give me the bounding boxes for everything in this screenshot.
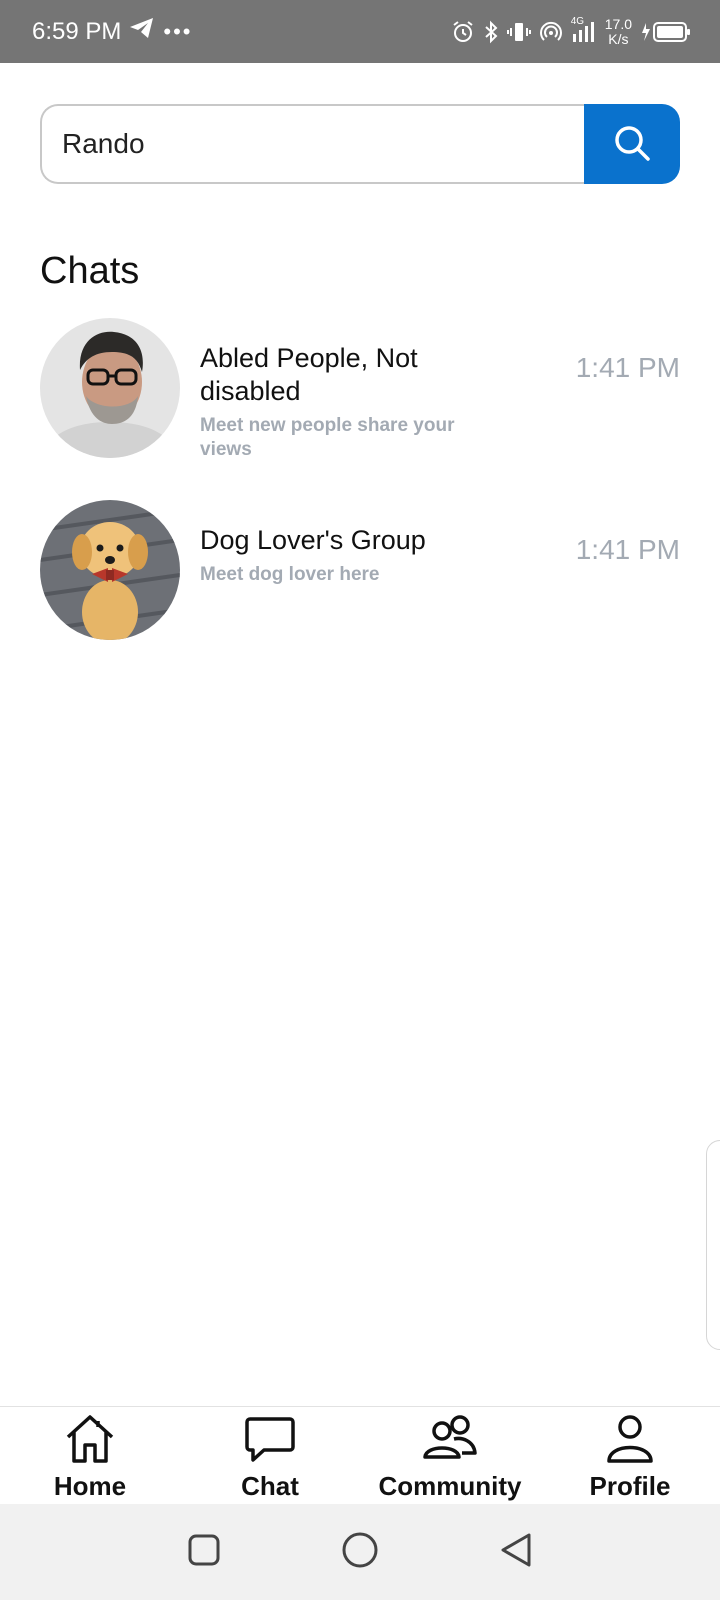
bluetooth-icon: [483, 20, 499, 44]
chat-description: Meet dog lover here: [200, 564, 380, 585]
chat-body: Dog Lover's Group Meet dog lover here: [200, 500, 470, 587]
battery-charging-icon: [640, 20, 692, 44]
chat-body: Abled People, Not disabled Meet new peop…: [200, 318, 470, 462]
golden-retriever-puppy-avatar-icon: [40, 500, 180, 640]
telegram-icon: [129, 16, 155, 47]
nav-label: Chat: [241, 1471, 299, 1501]
nav-item-home[interactable]: Home: [0, 1407, 180, 1504]
alarm-icon: [451, 20, 475, 44]
nav-label: Community: [378, 1471, 522, 1501]
avatar: [40, 318, 180, 458]
search-input[interactable]: [40, 104, 584, 184]
edge-panel-handle[interactable]: [706, 1140, 720, 1350]
chat-item-abled-people[interactable]: Abled People, Not disabled Meet new peop…: [40, 318, 680, 500]
signal-icon: 4G: [571, 16, 597, 44]
network-speed-value: 17.0: [604, 15, 632, 32]
vibrate-icon: [506, 20, 531, 44]
avatar: [40, 500, 180, 640]
nav-item-community[interactable]: Community: [360, 1407, 540, 1504]
status-time: 6:59 PM: [32, 17, 122, 45]
square-icon: [188, 1534, 220, 1565]
home-icon: [64, 1413, 116, 1465]
nav-item-profile[interactable]: Profile: [540, 1407, 720, 1504]
network-speed: 17.0 K/s: [604, 15, 632, 47]
section-title: Chats: [40, 250, 140, 292]
home-system-button[interactable]: [341, 1531, 379, 1574]
bottom-nav: Home Chat Community Profile: [0, 1406, 720, 1504]
chat-name: Dog Lover's Group: [200, 525, 426, 555]
search-icon: [612, 123, 652, 166]
recent-apps-button[interactable]: [187, 1533, 221, 1572]
system-nav-bar: [0, 1504, 720, 1600]
chat-list: Abled People, Not disabled Meet new peop…: [40, 318, 680, 682]
hotspot-icon: [539, 20, 563, 44]
person-icon: [604, 1413, 656, 1465]
chat-name: Abled People, Not disabled: [200, 343, 418, 406]
more-notifications-icon: •••: [163, 18, 193, 44]
chat-item-dog-lovers[interactable]: Dog Lover's Group Meet dog lover here 1:…: [40, 500, 680, 682]
triangle-back-icon: [501, 1533, 531, 1566]
nav-item-chat[interactable]: Chat: [180, 1407, 360, 1504]
network-type-label: 4G: [570, 15, 585, 27]
chat-bubble-icon: [244, 1413, 296, 1465]
chat-time: 1:41 PM: [575, 352, 680, 383]
circle-icon: [342, 1532, 378, 1567]
nav-label: Profile: [589, 1471, 671, 1501]
people-group-icon: [422, 1413, 478, 1465]
nav-label: Home: [53, 1471, 127, 1501]
search-button[interactable]: [584, 104, 680, 184]
man-with-glasses-avatar-icon: [40, 318, 180, 458]
chat-description: Meet new people share your views: [200, 415, 455, 460]
chat-time: 1:41 PM: [575, 534, 680, 565]
search-bar: [40, 104, 680, 184]
back-button[interactable]: [499, 1531, 533, 1574]
status-bar: 6:59 PM ••• 4G 17.0 K/s: [0, 0, 720, 63]
network-speed-unit: K/s: [608, 30, 629, 47]
